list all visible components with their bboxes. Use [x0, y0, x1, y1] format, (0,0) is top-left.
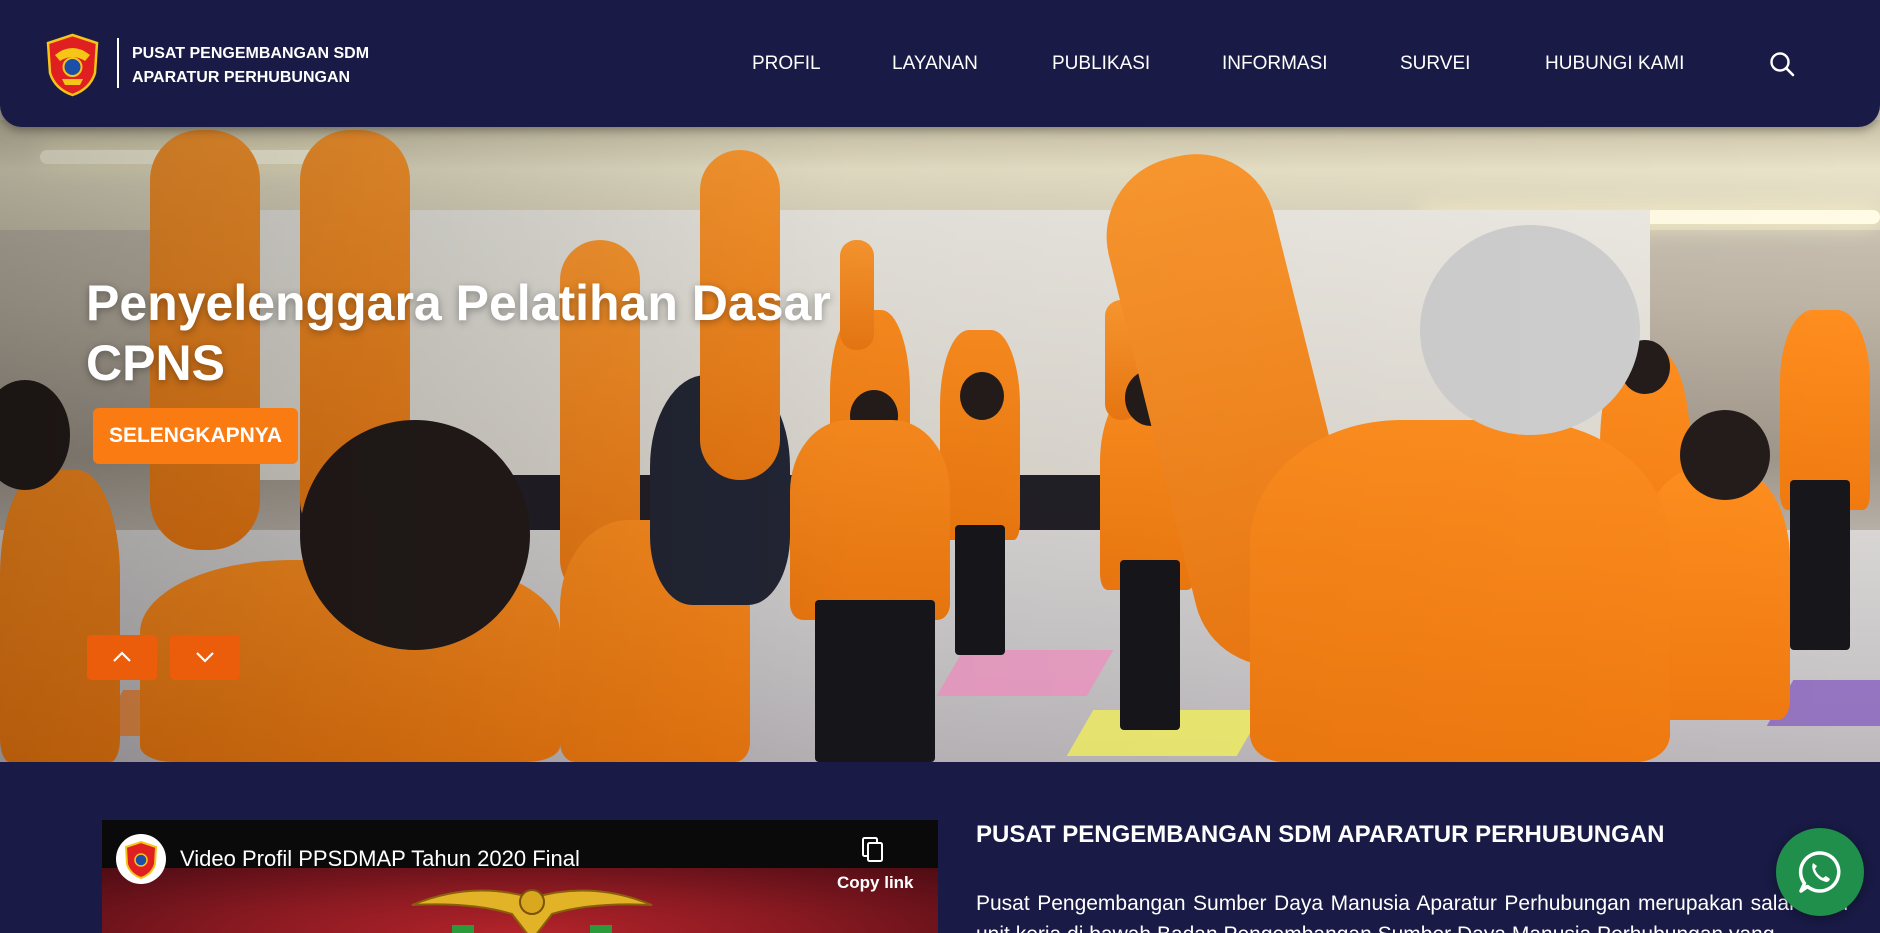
about-text: Pusat Pengembangan Sumber Daya Manusia A…: [976, 892, 1848, 933]
search-icon[interactable]: [1769, 51, 1795, 77]
nav-item-survei[interactable]: SURVEI: [1400, 52, 1470, 76]
whatsapp-icon: [1798, 851, 1841, 893]
more-button[interactable]: SELENGKAPNYA: [93, 408, 298, 464]
video-title[interactable]: Video Profil PPSDMAP Tahun 2020 Final: [180, 845, 580, 873]
copy-icon[interactable]: [860, 836, 886, 864]
nav-item-publikasi[interactable]: PUBLIKASI: [1052, 52, 1150, 76]
hero-title-line-2: CPNS: [86, 335, 225, 391]
about-title: PUSAT PENGEMBANGAN SDM APARATUR PERHUBUN…: [976, 821, 1665, 848]
chevron-up-icon: [113, 651, 131, 662]
nav-item-profil[interactable]: PROFIL: [752, 52, 821, 76]
video-embed[interactable]: Video Profil PPSDMAP Tahun 2020 Final Co…: [102, 820, 938, 933]
whatsapp-button[interactable]: [1776, 828, 1864, 916]
nav-item-layanan[interactable]: LAYANAN: [892, 52, 978, 76]
slide-down-button[interactable]: [170, 635, 240, 680]
channel-avatar[interactable]: [116, 834, 166, 884]
channel-logo-icon: [124, 840, 158, 880]
chevron-down-icon: [196, 652, 214, 663]
eagle-emblem-icon: [411, 889, 653, 933]
nav-item-informasi[interactable]: INFORMASI: [1222, 52, 1328, 76]
navbar: PUSAT PENGEMBANGAN SDM APARATUR PERHUBUN…: [0, 0, 1880, 127]
copy-link-label[interactable]: Copy link: [837, 872, 914, 894]
hero-title: Penyelenggara Pelatihan Dasar CPNS: [86, 273, 906, 393]
hero-title-line-1: Penyelenggara Pelatihan Dasar: [86, 275, 831, 331]
main-nav: PROFIL LAYANAN PUBLIKASI INFORMASI SURVE…: [0, 52, 1880, 76]
nav-item-hubungi-kami[interactable]: HUBUNGI KAMI: [1545, 52, 1684, 76]
slide-up-button[interactable]: [87, 635, 157, 680]
